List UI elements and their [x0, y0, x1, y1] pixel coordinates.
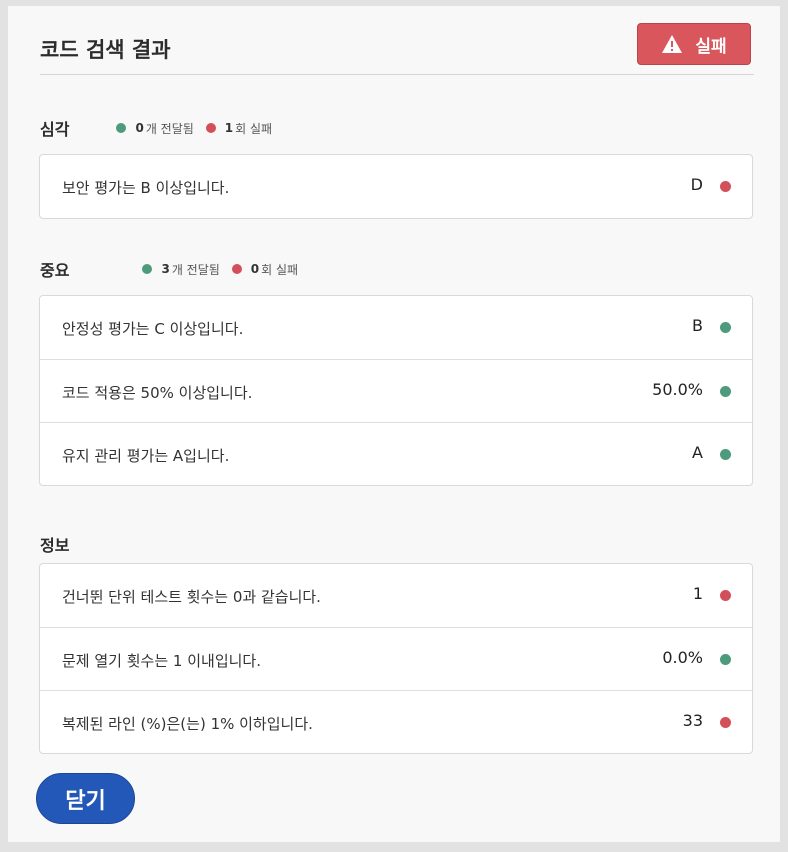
- condition-label: 복제된 라인 (%)은(는) 1% 이하입니다.: [62, 715, 313, 733]
- condition-value: 50.0%: [652, 380, 703, 399]
- warning-triangle-icon: [662, 35, 683, 53]
- failed-dot-icon: [231, 264, 242, 274]
- dialog-title: 코드 검색 결과: [40, 38, 171, 62]
- condition-value: D: [690, 175, 703, 194]
- section-header-major: 중요 3 개 전달됨 0 회 실패: [40, 259, 298, 280]
- condition-label: 안정성 평가는 C 이상입니다.: [62, 320, 244, 338]
- passed-dot-icon: [720, 322, 731, 333]
- passed-dot-icon: [720, 386, 731, 397]
- status-badge: 실패: [637, 23, 751, 65]
- code-scan-results-dialog: 코드 검색 결과 실패 심각 0개 전달됨 1회 실패 보안 평가는 B 이상입…: [8, 6, 780, 842]
- condition-value: 33: [682, 711, 703, 730]
- major-conditions-card: 안정성 평가는 C 이상입니다. B 코드 적용은 50% 이상입니다. 50.…: [39, 295, 753, 486]
- condition-label: 코드 적용은 50% 이상입니다.: [62, 384, 253, 402]
- failed-dot-icon: [720, 181, 731, 192]
- passed-count: 0개 전달됨: [116, 120, 194, 137]
- passed-dot-icon: [116, 123, 127, 133]
- passed-dot-icon: [142, 264, 153, 274]
- condition-label: 보안 평가는 B 이상입니다.: [62, 179, 230, 197]
- status-badge-label: 실패: [695, 36, 727, 57]
- condition-value: 1: [692, 584, 703, 603]
- section-title: 정보: [40, 536, 70, 555]
- failed-count: 0 회 실패: [231, 261, 298, 278]
- condition-row: 유지 관리 평가는 A입니다. A: [40, 422, 752, 485]
- failed-dot-icon: [720, 590, 731, 601]
- info-conditions-card: 건너뛴 단위 테스트 횟수는 0과 같습니다. 1 문제 열기 횟수는 1 이내…: [39, 563, 753, 754]
- condition-value: B: [692, 316, 703, 335]
- passed-dot-icon: [720, 654, 731, 665]
- condition-value: A: [692, 443, 703, 462]
- section-title: 심각: [40, 120, 70, 139]
- passed-dot-icon: [720, 449, 731, 460]
- section-header-critical: 심각 0개 전달됨 1회 실패: [40, 118, 272, 139]
- condition-row: 코드 적용은 50% 이상입니다. 50.0%: [40, 359, 752, 422]
- condition-row: 안정성 평가는 C 이상입니다. B: [40, 296, 752, 359]
- failed-dot-icon: [720, 717, 731, 728]
- condition-label: 유지 관리 평가는 A입니다.: [62, 447, 230, 465]
- close-button[interactable]: 닫기: [36, 773, 135, 824]
- condition-label: 건너뛴 단위 테스트 횟수는 0과 같습니다.: [62, 588, 321, 606]
- passed-count: 3 개 전달됨: [142, 261, 220, 278]
- failed-dot-icon: [205, 123, 216, 133]
- critical-conditions-card: 보안 평가는 B 이상입니다. D: [39, 154, 753, 219]
- failed-count: 1회 실패: [205, 120, 272, 137]
- title-divider: [40, 74, 754, 75]
- condition-row: 복제된 라인 (%)은(는) 1% 이하입니다. 33: [40, 690, 752, 753]
- section-header-info: 정보: [40, 534, 70, 555]
- section-title: 중요: [40, 261, 70, 280]
- condition-row: 보안 평가는 B 이상입니다. D: [40, 155, 752, 218]
- condition-row: 문제 열기 횟수는 1 이내입니다. 0.0%: [40, 627, 752, 690]
- condition-label: 문제 열기 횟수는 1 이내입니다.: [62, 652, 261, 670]
- condition-row: 건너뛴 단위 테스트 횟수는 0과 같습니다. 1: [40, 564, 752, 627]
- condition-value: 0.0%: [662, 648, 703, 667]
